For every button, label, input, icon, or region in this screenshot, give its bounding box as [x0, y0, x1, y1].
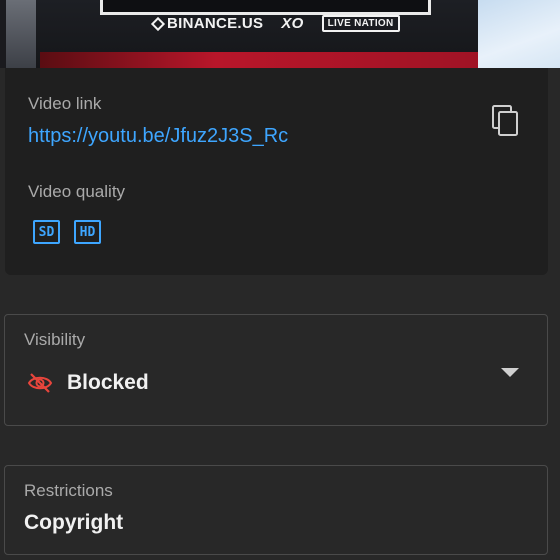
- sd-badge: SD: [33, 220, 60, 244]
- visibility-label: Visibility: [24, 330, 86, 349]
- hd-badge: HD: [74, 220, 101, 244]
- restrictions-box: Restrictions Copyright: [4, 465, 548, 555]
- restrictions-value: Copyright: [24, 511, 124, 534]
- video-link[interactable]: https://youtu.be/Jfuz2J3S_Rc: [28, 125, 288, 148]
- dropdown-caret-icon: [501, 368, 519, 377]
- binance-logo-text: BINANCE.US: [167, 15, 264, 32]
- thumbnail-red-strip: [40, 52, 480, 68]
- eye-off-icon: [27, 373, 53, 393]
- binance-diamond-icon: [150, 16, 166, 31]
- visibility-value-row: Blocked: [27, 371, 149, 395]
- copy-icon: [492, 105, 518, 136]
- copy-link-button[interactable]: [490, 104, 520, 138]
- thumbnail-logos: BINANCE.US XO LIVE NATION: [150, 15, 400, 32]
- video-details-card: Video link https://youtu.be/Jfuz2J3S_Rc …: [5, 68, 548, 275]
- restrictions-label: Restrictions: [24, 481, 113, 500]
- visibility-value: Blocked: [67, 371, 149, 394]
- quality-badges: SD HD: [33, 220, 101, 244]
- thumbnail-sky: [478, 0, 560, 68]
- visibility-dropdown[interactable]: Visibility Blocked: [4, 314, 548, 426]
- video-thumbnail[interactable]: BINANCE.US XO LIVE NATION: [0, 0, 560, 68]
- thumbnail-left-structure: [6, 0, 36, 68]
- thumbnail-banner-frame: [100, 0, 431, 15]
- binance-logo: BINANCE.US: [150, 15, 264, 32]
- live-nation-logo: LIVE NATION: [321, 15, 400, 32]
- video-link-label: Video link: [28, 94, 102, 113]
- xo-logo: XO: [281, 15, 304, 32]
- video-quality-label: Video quality: [28, 182, 126, 201]
